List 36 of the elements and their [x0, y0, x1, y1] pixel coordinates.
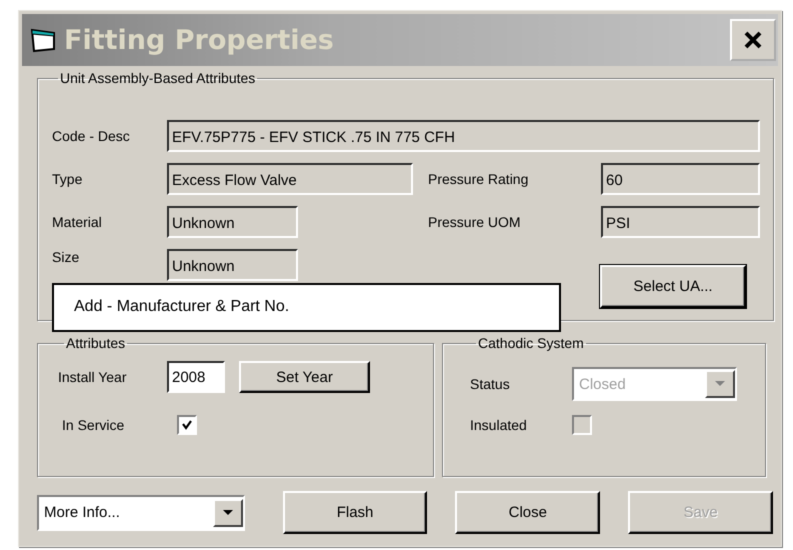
pressure-uom-field[interactable]: PSI [601, 206, 760, 238]
group-title: Attributes [65, 335, 126, 351]
type-field[interactable]: Excess Flow Valve [167, 163, 413, 195]
footer-button[interactable]: Flash [282, 491, 428, 534]
material-field[interactable]: Unknown [167, 206, 298, 238]
field-label: Pressure UOM [428, 214, 522, 230]
window-title: Fitting Properties [64, 24, 335, 56]
caret-icon [715, 381, 725, 387]
field-label: Insulated [470, 417, 528, 433]
field-label: Type [52, 171, 84, 187]
group-title: Cathodic System [477, 335, 585, 351]
callout-note: Add - Manufacturer & Part No. [52, 283, 561, 332]
more-info-dropdown[interactable]: More Info... [37, 494, 245, 530]
dropdown-value: More Info... [44, 504, 120, 521]
caret-icon [222, 510, 233, 516]
group-title: Unit Assembly-Based Attributes [59, 70, 256, 86]
pressure-rating-field[interactable]: 60 [601, 163, 760, 195]
field-label: Material [52, 214, 103, 230]
close-button[interactable] [730, 19, 776, 61]
close-icon [743, 30, 763, 50]
field-label: Pressure Rating [428, 171, 530, 187]
check-icon [181, 419, 193, 431]
set-year-button[interactable]: Set Year [239, 361, 370, 393]
field-label: Install Year [58, 369, 128, 385]
install-year-field[interactable]: 2008 [167, 361, 225, 393]
footer-button[interactable]: Close [455, 491, 600, 534]
size-field[interactable]: Unknown [167, 249, 298, 281]
dropdown-arrow-button[interactable] [212, 498, 243, 526]
select-ua-button[interactable]: Select UA... [600, 265, 746, 308]
dropdown-value: Closed [579, 376, 626, 392]
field-label: Status [470, 376, 511, 392]
in-service-checkbox[interactable] [177, 415, 197, 435]
field-label: Size [52, 249, 80, 265]
field-label: Code - Desc [52, 128, 131, 144]
field-label: In Service [62, 417, 126, 433]
code-desc-field[interactable]: EFV.75P775 - EFV STICK .75 IN 775 CFH [167, 120, 760, 152]
